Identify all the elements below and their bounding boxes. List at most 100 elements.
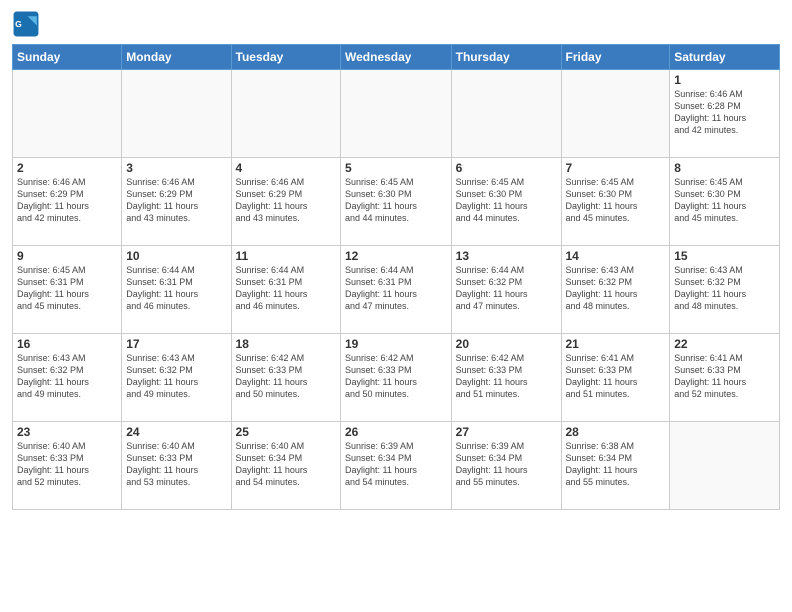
calendar-cell: 18Sunrise: 6:42 AM Sunset: 6:33 PM Dayli… [231,334,340,422]
calendar-cell [122,70,231,158]
day-number: 25 [236,425,336,439]
calendar-cell: 14Sunrise: 6:43 AM Sunset: 6:32 PM Dayli… [561,246,670,334]
calendar-cell: 15Sunrise: 6:43 AM Sunset: 6:32 PM Dayli… [670,246,780,334]
day-number: 19 [345,337,447,351]
day-info: Sunrise: 6:46 AM Sunset: 6:29 PM Dayligh… [126,176,226,225]
day-info: Sunrise: 6:43 AM Sunset: 6:32 PM Dayligh… [17,352,117,401]
calendar-cell: 27Sunrise: 6:39 AM Sunset: 6:34 PM Dayli… [451,422,561,510]
day-info: Sunrise: 6:44 AM Sunset: 6:32 PM Dayligh… [456,264,557,313]
calendar-cell: 11Sunrise: 6:44 AM Sunset: 6:31 PM Dayli… [231,246,340,334]
day-number: 20 [456,337,557,351]
day-number: 15 [674,249,775,263]
day-info: Sunrise: 6:44 AM Sunset: 6:31 PM Dayligh… [345,264,447,313]
calendar-cell: 2Sunrise: 6:46 AM Sunset: 6:29 PM Daylig… [13,158,122,246]
calendar-cell [13,70,122,158]
svg-text:G: G [15,19,22,29]
calendar-cell [231,70,340,158]
day-info: Sunrise: 6:45 AM Sunset: 6:30 PM Dayligh… [566,176,666,225]
calendar-cell: 3Sunrise: 6:46 AM Sunset: 6:29 PM Daylig… [122,158,231,246]
calendar-cell: 17Sunrise: 6:43 AM Sunset: 6:32 PM Dayli… [122,334,231,422]
day-number: 18 [236,337,336,351]
calendar-cell: 10Sunrise: 6:44 AM Sunset: 6:31 PM Dayli… [122,246,231,334]
weekday-header-monday: Monday [122,45,231,70]
day-info: Sunrise: 6:39 AM Sunset: 6:34 PM Dayligh… [456,440,557,489]
day-number: 28 [566,425,666,439]
day-number: 9 [17,249,117,263]
day-info: Sunrise: 6:40 AM Sunset: 6:34 PM Dayligh… [236,440,336,489]
day-number: 3 [126,161,226,175]
weekday-header-wednesday: Wednesday [341,45,452,70]
day-number: 23 [17,425,117,439]
day-info: Sunrise: 6:46 AM Sunset: 6:29 PM Dayligh… [236,176,336,225]
calendar-cell [670,422,780,510]
calendar-cell: 25Sunrise: 6:40 AM Sunset: 6:34 PM Dayli… [231,422,340,510]
day-number: 7 [566,161,666,175]
calendar-cell: 21Sunrise: 6:41 AM Sunset: 6:33 PM Dayli… [561,334,670,422]
day-number: 11 [236,249,336,263]
day-number: 1 [674,73,775,87]
day-info: Sunrise: 6:44 AM Sunset: 6:31 PM Dayligh… [126,264,226,313]
day-number: 16 [17,337,117,351]
calendar-cell: 19Sunrise: 6:42 AM Sunset: 6:33 PM Dayli… [341,334,452,422]
calendar-cell: 4Sunrise: 6:46 AM Sunset: 6:29 PM Daylig… [231,158,340,246]
day-number: 4 [236,161,336,175]
day-number: 14 [566,249,666,263]
week-row-2: 9Sunrise: 6:45 AM Sunset: 6:31 PM Daylig… [13,246,780,334]
calendar-cell: 24Sunrise: 6:40 AM Sunset: 6:33 PM Dayli… [122,422,231,510]
day-number: 26 [345,425,447,439]
calendar-cell [451,70,561,158]
calendar-cell [561,70,670,158]
page: G SundayMondayTuesdayWednesdayThursdayFr… [0,0,792,612]
weekday-header-friday: Friday [561,45,670,70]
calendar-cell: 7Sunrise: 6:45 AM Sunset: 6:30 PM Daylig… [561,158,670,246]
day-info: Sunrise: 6:43 AM Sunset: 6:32 PM Dayligh… [126,352,226,401]
day-number: 5 [345,161,447,175]
day-info: Sunrise: 6:44 AM Sunset: 6:31 PM Dayligh… [236,264,336,313]
weekday-header-thursday: Thursday [451,45,561,70]
logo: G [12,10,44,38]
calendar-cell: 13Sunrise: 6:44 AM Sunset: 6:32 PM Dayli… [451,246,561,334]
day-number: 24 [126,425,226,439]
day-number: 13 [456,249,557,263]
calendar-cell: 28Sunrise: 6:38 AM Sunset: 6:34 PM Dayli… [561,422,670,510]
day-info: Sunrise: 6:38 AM Sunset: 6:34 PM Dayligh… [566,440,666,489]
calendar-cell: 12Sunrise: 6:44 AM Sunset: 6:31 PM Dayli… [341,246,452,334]
day-number: 10 [126,249,226,263]
weekday-header-sunday: Sunday [13,45,122,70]
week-row-0: 1Sunrise: 6:46 AM Sunset: 6:28 PM Daylig… [13,70,780,158]
weekday-header-row: SundayMondayTuesdayWednesdayThursdayFrid… [13,45,780,70]
day-number: 6 [456,161,557,175]
day-info: Sunrise: 6:40 AM Sunset: 6:33 PM Dayligh… [17,440,117,489]
day-info: Sunrise: 6:46 AM Sunset: 6:29 PM Dayligh… [17,176,117,225]
day-info: Sunrise: 6:45 AM Sunset: 6:30 PM Dayligh… [674,176,775,225]
calendar-cell: 5Sunrise: 6:45 AM Sunset: 6:30 PM Daylig… [341,158,452,246]
calendar-cell: 23Sunrise: 6:40 AM Sunset: 6:33 PM Dayli… [13,422,122,510]
day-info: Sunrise: 6:42 AM Sunset: 6:33 PM Dayligh… [456,352,557,401]
calendar-cell: 16Sunrise: 6:43 AM Sunset: 6:32 PM Dayli… [13,334,122,422]
calendar-cell: 22Sunrise: 6:41 AM Sunset: 6:33 PM Dayli… [670,334,780,422]
week-row-4: 23Sunrise: 6:40 AM Sunset: 6:33 PM Dayli… [13,422,780,510]
day-info: Sunrise: 6:41 AM Sunset: 6:33 PM Dayligh… [674,352,775,401]
logo-icon: G [12,10,40,38]
day-number: 27 [456,425,557,439]
week-row-3: 16Sunrise: 6:43 AM Sunset: 6:32 PM Dayli… [13,334,780,422]
calendar-cell: 20Sunrise: 6:42 AM Sunset: 6:33 PM Dayli… [451,334,561,422]
day-number: 21 [566,337,666,351]
day-number: 22 [674,337,775,351]
calendar-cell: 26Sunrise: 6:39 AM Sunset: 6:34 PM Dayli… [341,422,452,510]
calendar-cell: 6Sunrise: 6:45 AM Sunset: 6:30 PM Daylig… [451,158,561,246]
day-info: Sunrise: 6:43 AM Sunset: 6:32 PM Dayligh… [674,264,775,313]
day-info: Sunrise: 6:45 AM Sunset: 6:31 PM Dayligh… [17,264,117,313]
week-row-1: 2Sunrise: 6:46 AM Sunset: 6:29 PM Daylig… [13,158,780,246]
calendar-cell: 9Sunrise: 6:45 AM Sunset: 6:31 PM Daylig… [13,246,122,334]
day-number: 8 [674,161,775,175]
day-info: Sunrise: 6:40 AM Sunset: 6:33 PM Dayligh… [126,440,226,489]
day-info: Sunrise: 6:41 AM Sunset: 6:33 PM Dayligh… [566,352,666,401]
calendar-cell: 1Sunrise: 6:46 AM Sunset: 6:28 PM Daylig… [670,70,780,158]
day-info: Sunrise: 6:43 AM Sunset: 6:32 PM Dayligh… [566,264,666,313]
day-info: Sunrise: 6:42 AM Sunset: 6:33 PM Dayligh… [345,352,447,401]
weekday-header-saturday: Saturday [670,45,780,70]
day-number: 17 [126,337,226,351]
calendar-cell: 8Sunrise: 6:45 AM Sunset: 6:30 PM Daylig… [670,158,780,246]
day-info: Sunrise: 6:42 AM Sunset: 6:33 PM Dayligh… [236,352,336,401]
